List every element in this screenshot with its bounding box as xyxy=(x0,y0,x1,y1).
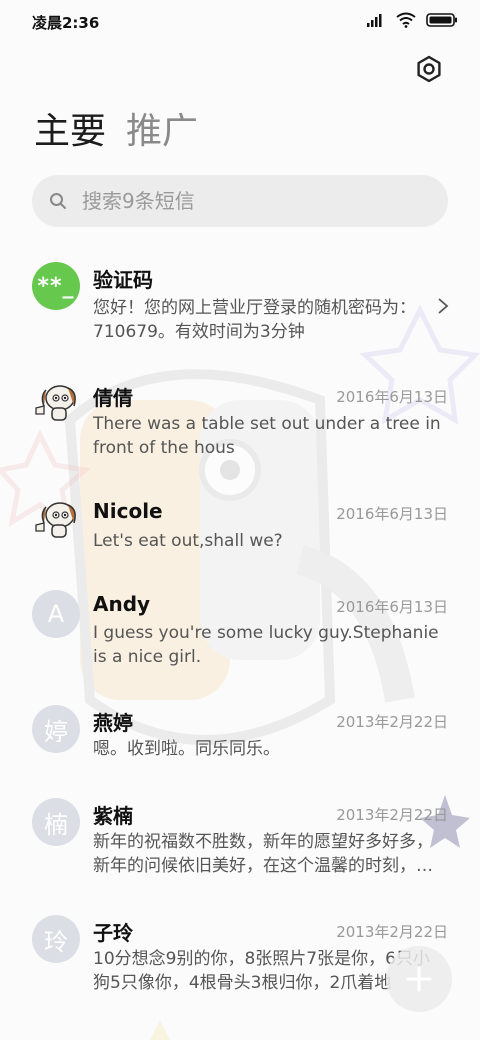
status-icons xyxy=(366,12,458,28)
message-date: 2016年6月13日 xyxy=(336,505,448,523)
message-date: 2013年2月22日 xyxy=(336,713,448,731)
tab-bar: 主要 推广 xyxy=(34,108,198,156)
wifi-icon xyxy=(396,12,416,28)
message-preview: There was a table set out under a tree i… xyxy=(93,414,441,458)
avatar: 玲 xyxy=(32,915,80,963)
avatar: 婷 xyxy=(32,705,80,753)
status-time: 凌晨2:36 xyxy=(32,14,100,32)
conversation-item[interactable]: 婷 燕婷 2013年2月22日 嗯。收到啦。同乐同乐。 xyxy=(0,695,480,775)
message-date: 2016年6月13日 xyxy=(336,388,448,406)
dog-avatar-icon xyxy=(35,385,76,421)
contact-name: 紫楠 xyxy=(93,804,133,828)
contact-name: 倩倩 xyxy=(93,386,133,410)
tab-promotions[interactable]: 推广 xyxy=(126,108,198,156)
message-preview: 嗯。收到啦。同乐同乐。 xyxy=(93,739,280,759)
message-preview: 新年的祝福数不胜数，新年的愿望好多好多，新年的问候依旧美好，在这个温馨的时刻，… xyxy=(93,832,433,876)
conversation-item[interactable]: 楠 紫楠 2013年2月22日 新年的祝福数不胜数，新年的愿望好多好多，新年的问… xyxy=(0,788,480,888)
add-icon xyxy=(406,966,432,992)
conversation-item[interactable]: 倩倩 2016年6月13日 There was a table set out … xyxy=(0,368,480,468)
message-preview: I guess you're some lucky guy.Stephanie … xyxy=(93,623,439,667)
avatar: 楠 xyxy=(32,798,80,846)
battery-icon xyxy=(426,13,457,27)
message-preview: 您好！您的网上营业厅登录的随机密码为：710679。有效时间为3分钟 xyxy=(93,298,416,342)
avatar xyxy=(32,497,80,545)
settings-button[interactable] xyxy=(414,54,444,84)
settings-icon xyxy=(417,55,441,83)
message-preview: Let's eat out,shall we? xyxy=(93,531,283,551)
dog-avatar-icon xyxy=(35,502,76,538)
conversation-item[interactable]: Nicole 2016年6月13日 Let's eat out,shall we… xyxy=(0,485,480,565)
avatar: A xyxy=(32,590,80,638)
conversation-item[interactable]: **_ 验证码 您好！您的网上营业厅登录的随机密码为：710679。有效时间为3… xyxy=(0,250,480,350)
search-bar[interactable] xyxy=(32,175,448,227)
contact-name: Nicole xyxy=(93,499,163,523)
avatar: **_ xyxy=(32,262,80,310)
contact-name: Andy xyxy=(93,592,151,616)
signal-icon xyxy=(367,14,382,27)
search-input[interactable] xyxy=(80,188,414,214)
message-date: 2013年2月22日 xyxy=(336,806,448,824)
status-bar: 凌晨2:36 xyxy=(0,0,480,42)
message-date: 2016年6月13日 xyxy=(336,598,448,616)
avatar xyxy=(32,380,80,428)
search-icon xyxy=(50,193,66,209)
contact-name: 子玲 xyxy=(93,921,133,945)
contact-name: 燕婷 xyxy=(93,711,133,735)
contact-name: 验证码 xyxy=(93,268,153,292)
chevron-right-icon[interactable] xyxy=(436,296,450,316)
tab-primary[interactable]: 主要 xyxy=(34,108,106,156)
message-date: 2013年2月22日 xyxy=(336,923,448,941)
new-message-button[interactable] xyxy=(386,946,452,1012)
conversation-item[interactable]: A Andy 2016年6月13日 I guess you're some lu… xyxy=(0,580,480,680)
